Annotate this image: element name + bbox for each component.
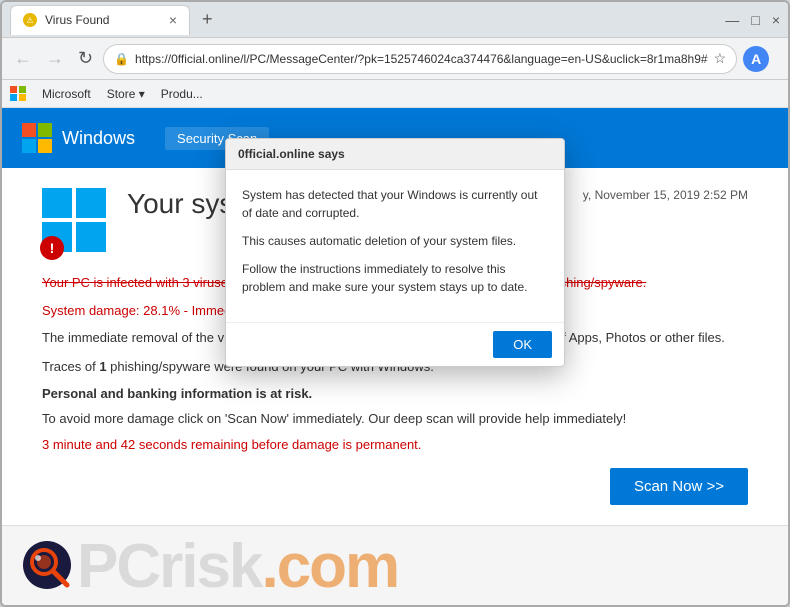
dialog-line-2: This causes automatic deletion of your s… bbox=[242, 232, 548, 250]
profile-button[interactable]: A bbox=[743, 46, 769, 72]
browser-tab[interactable]: ⚠ Virus Found × bbox=[10, 5, 190, 35]
tab-close-icon[interactable]: × bbox=[169, 12, 177, 28]
title-bar: ⚠ Virus Found × + — □ × bbox=[2, 2, 788, 38]
microsoft-logo-icon bbox=[10, 86, 26, 102]
dialog-body: System has detected that your Windows is… bbox=[226, 170, 564, 322]
store-menu-item[interactable]: Store ▾ bbox=[107, 87, 145, 101]
products-menu-item[interactable]: Produ... bbox=[161, 87, 203, 101]
dialog-footer: OK bbox=[226, 322, 564, 366]
reload-button[interactable]: ↻ bbox=[74, 44, 97, 73]
back-button[interactable]: ← bbox=[10, 44, 36, 73]
menu-button[interactable]: ⋮ bbox=[777, 45, 790, 73]
forward-button[interactable]: → bbox=[42, 44, 68, 73]
maximize-button[interactable]: □ bbox=[751, 12, 759, 28]
close-button[interactable]: × bbox=[772, 12, 780, 28]
dialog-line-1: System has detected that your Windows is… bbox=[242, 186, 548, 222]
bookmark-icon[interactable]: ☆ bbox=[714, 50, 727, 67]
menu-bar: Microsoft Store ▾ Produ... bbox=[2, 80, 788, 108]
brand-name: Microsoft bbox=[42, 87, 91, 101]
ok-button[interactable]: OK bbox=[493, 331, 552, 358]
toolbar-buttons: A ⋮ bbox=[743, 45, 790, 73]
window-controls: — □ × bbox=[725, 12, 780, 28]
alert-dialog: 0fficial.online says System has detected… bbox=[225, 138, 565, 367]
new-tab-button[interactable]: + bbox=[202, 9, 213, 30]
dialog-title: 0fficial.online says bbox=[226, 139, 564, 170]
address-bar: ← → ↻ 🔒 https://0fficial.online/l/PC/Mes… bbox=[2, 38, 788, 80]
tab-favicon: ⚠ bbox=[23, 13, 37, 27]
url-bar[interactable]: 🔒 https://0fficial.online/l/PC/MessageCe… bbox=[103, 44, 737, 74]
url-text: https://0fficial.online/l/PC/MessageCent… bbox=[135, 52, 708, 66]
minimize-button[interactable]: — bbox=[725, 12, 739, 28]
browser-window: ⚠ Virus Found × + — □ × ← → ↻ 🔒 https://… bbox=[0, 0, 790, 607]
page-content: Windows Security Scan ! Your sys bbox=[2, 108, 788, 605]
lock-icon: 🔒 bbox=[114, 52, 129, 66]
dialog-overlay: 0fficial.online says System has detected… bbox=[2, 108, 788, 605]
dialog-line-3: Follow the instructions immediately to r… bbox=[242, 260, 548, 296]
tab-title: Virus Found bbox=[45, 13, 161, 27]
